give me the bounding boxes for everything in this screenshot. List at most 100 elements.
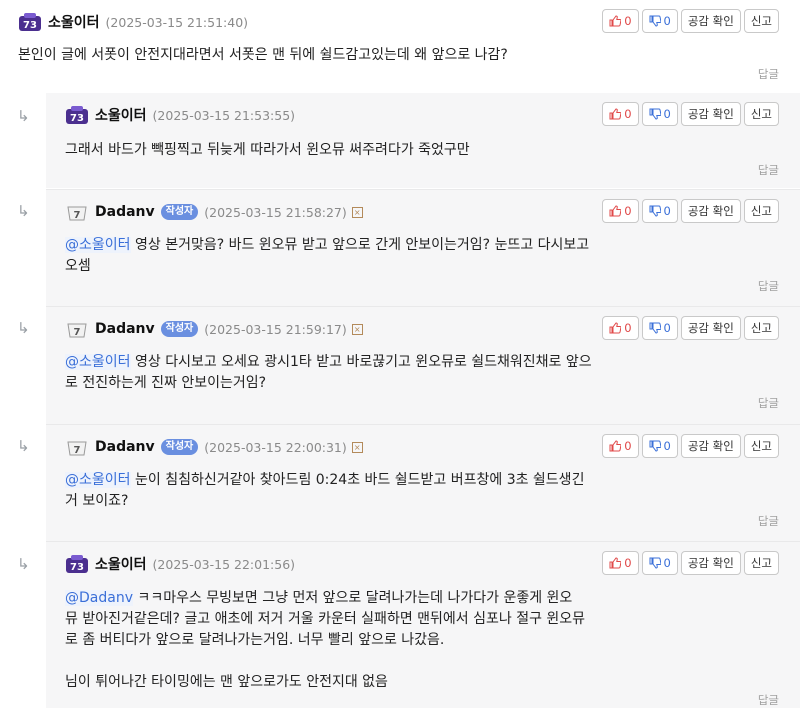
mention-link[interactable]: @소울이터 bbox=[65, 237, 131, 253]
comment-line: 로 좀 버티다가 앞으로 달려나가는거임. 너무 빨리 앞으로 나갔음. bbox=[65, 632, 445, 648]
reply-arrow-icon: ↳ bbox=[17, 107, 30, 125]
author-nick[interactable]: Dadanv bbox=[95, 204, 155, 220]
like-button[interactable]: 0 bbox=[602, 551, 639, 575]
timestamp: (2025-03-15 21:51:40) bbox=[105, 14, 249, 30]
report-button[interactable]: 신고 bbox=[743, 434, 779, 458]
dislike-button[interactable]: 0 bbox=[641, 199, 678, 223]
reply-button[interactable]: 답글 bbox=[758, 513, 779, 529]
comment-actions: 0 0 공감 확인 신고 bbox=[602, 199, 779, 223]
author-nick[interactable]: Dadanv bbox=[95, 321, 155, 337]
dislike-count: 0 bbox=[663, 556, 671, 570]
comment-text: 본인이 글에 서폿이 안전지대라면서 서폿은 맨 뒤에 쉴드감고있는데 왜 앞으… bbox=[18, 45, 508, 66]
comment-line: @소울이터 영상 본거맞음? 바드 윈오뮤 받고 앞으로 간게 안보이는거임? … bbox=[65, 237, 590, 253]
like-button[interactable]: 0 bbox=[602, 9, 639, 33]
reply-button[interactable]: 답글 bbox=[758, 66, 779, 82]
report-button[interactable]: 신고 bbox=[743, 199, 779, 223]
image-attachment-icon: × bbox=[351, 441, 363, 453]
dislike-count: 0 bbox=[663, 107, 671, 121]
thumbs-up-icon bbox=[609, 557, 622, 569]
comment-line: 거 보이죠? bbox=[65, 493, 129, 509]
author-nick[interactable]: 소울이터 bbox=[48, 12, 100, 32]
empathy-check-button[interactable]: 공감 확인 bbox=[680, 316, 741, 340]
like-count: 0 bbox=[624, 107, 632, 121]
level-number: 7 bbox=[74, 445, 81, 456]
dislike-button[interactable]: 0 bbox=[641, 9, 678, 33]
comment-actions: 0 0 공감 확인 신고 bbox=[602, 551, 779, 575]
level-icon: 7 bbox=[65, 202, 89, 222]
comment-text: 그래서 바드가 빽핑찍고 뒤늦게 따라가서 윈오뮤 써주려다가 죽었구만 bbox=[65, 140, 645, 161]
reply-comment: 7 Dadanv 작성자 (2025-03-15 21:59:17) × 0 0… bbox=[46, 307, 800, 424]
author-nick[interactable]: Dadanv bbox=[95, 439, 155, 455]
mention-link[interactable]: @소울이터 bbox=[65, 354, 131, 370]
comment-text: @소울이터 눈이 침침하신거같아 찾아드림 0:24초 바드 쉴드받고 버프창에… bbox=[65, 470, 645, 512]
empathy-check-button[interactable]: 공감 확인 bbox=[680, 551, 741, 575]
reply-arrow-icon: ↳ bbox=[17, 555, 30, 573]
empathy-check-button[interactable]: 공감 확인 bbox=[680, 434, 741, 458]
reply-arrow-icon: ↳ bbox=[17, 319, 30, 337]
dislike-button[interactable]: 0 bbox=[641, 434, 678, 458]
thumbs-down-icon bbox=[649, 15, 661, 27]
image-attachment-icon: × bbox=[351, 206, 363, 218]
like-count: 0 bbox=[624, 556, 632, 570]
empathy-check-button[interactable]: 공감 확인 bbox=[680, 9, 741, 33]
comment-header: 73 소울이터 (2025-03-15 22:01:56) bbox=[65, 553, 295, 575]
thumbs-up-icon bbox=[609, 322, 622, 334]
comment-text: @소울이터 영상 다시보고 오세요 광시1타 받고 바로끊기고 윈오뮤로 쉴드채… bbox=[65, 352, 645, 394]
comment-actions: 0 0 공감 확인 신고 bbox=[602, 9, 779, 33]
dislike-button[interactable]: 0 bbox=[641, 102, 678, 126]
report-button[interactable]: 신고 bbox=[743, 316, 779, 340]
comment-header: 7 Dadanv 작성자 (2025-03-15 21:58:27) × bbox=[65, 201, 363, 223]
author-badge: 작성자 bbox=[160, 439, 199, 455]
thumbs-up-icon bbox=[609, 15, 622, 27]
like-count: 0 bbox=[624, 321, 632, 335]
report-button[interactable]: 신고 bbox=[743, 102, 779, 126]
reply-comment: 73 소울이터 (2025-03-15 21:53:55) 0 0 공감 확인 … bbox=[46, 93, 800, 188]
author-nick[interactable]: 소울이터 bbox=[95, 554, 147, 574]
mention-link[interactable]: @Dadanv bbox=[65, 590, 133, 606]
like-button[interactable]: 0 bbox=[602, 434, 639, 458]
comment-header: 73 소울이터 (2025-03-15 21:51:40) bbox=[18, 11, 248, 33]
dislike-button[interactable]: 0 bbox=[641, 316, 678, 340]
report-button[interactable]: 신고 bbox=[743, 9, 779, 33]
reply-button[interactable]: 답글 bbox=[758, 162, 779, 178]
thumbs-down-icon bbox=[649, 205, 661, 217]
comment-line: 로 전진하는게 진짜 안보이는거임? bbox=[65, 375, 267, 391]
image-attachment-icon: × bbox=[351, 323, 363, 335]
dislike-button[interactable]: 0 bbox=[641, 551, 678, 575]
author-badge: 작성자 bbox=[160, 321, 199, 337]
like-button[interactable]: 0 bbox=[602, 199, 639, 223]
comment-text: @Dadanv ㅋㅋ마우스 무빙보면 그냥 먼저 앞으로 달려나가는데 나가다가… bbox=[65, 588, 645, 693]
like-count: 0 bbox=[624, 439, 632, 453]
reply-button[interactable]: 답글 bbox=[758, 278, 779, 294]
like-count: 0 bbox=[624, 14, 632, 28]
like-button[interactable]: 0 bbox=[602, 316, 639, 340]
mention-link[interactable]: @소울이터 bbox=[65, 472, 131, 488]
reply-button[interactable]: 답글 bbox=[758, 692, 779, 708]
comment-header: 7 Dadanv 작성자 (2025-03-15 22:00:31) × bbox=[65, 436, 363, 458]
like-button[interactable]: 0 bbox=[602, 102, 639, 126]
thumbs-up-icon bbox=[609, 205, 622, 217]
thumbs-down-icon bbox=[649, 557, 661, 569]
comment-line: 오셈 bbox=[65, 258, 91, 274]
reply-comment: 7 Dadanv 작성자 (2025-03-15 22:00:31) × 0 0… bbox=[46, 425, 800, 541]
reply-comment: 7 Dadanv 작성자 (2025-03-15 21:58:27) × 0 0… bbox=[46, 190, 800, 306]
comment-line: @Dadanv ㅋㅋ마우스 무빙보면 그냥 먼저 앞으로 달려나가는데 나가다가… bbox=[65, 590, 573, 606]
thumbs-down-icon bbox=[649, 322, 661, 334]
timestamp: (2025-03-15 21:58:27) bbox=[204, 204, 347, 220]
empathy-check-button[interactable]: 공감 확인 bbox=[680, 102, 741, 126]
empathy-check-button[interactable]: 공감 확인 bbox=[680, 199, 741, 223]
comment-text: @소울이터 영상 본거맞음? 바드 윈오뮤 받고 앞으로 간게 안보이는거임? … bbox=[65, 235, 645, 277]
dislike-count: 0 bbox=[663, 204, 671, 218]
author-nick[interactable]: 소울이터 bbox=[95, 105, 147, 125]
comment-header: 73 소울이터 (2025-03-15 21:53:55) bbox=[65, 104, 295, 126]
timestamp: (2025-03-15 22:01:56) bbox=[152, 556, 296, 572]
thumbs-down-icon bbox=[649, 108, 661, 120]
dislike-count: 0 bbox=[663, 439, 671, 453]
level-icon: 73 bbox=[65, 554, 89, 574]
timestamp: (2025-03-15 21:53:55) bbox=[152, 107, 296, 123]
thumbs-down-icon bbox=[649, 440, 661, 452]
timestamp: (2025-03-15 22:00:31) bbox=[204, 439, 347, 455]
report-button[interactable]: 신고 bbox=[743, 551, 779, 575]
comment-actions: 0 0 공감 확인 신고 bbox=[602, 102, 779, 126]
reply-button[interactable]: 답글 bbox=[758, 395, 779, 411]
